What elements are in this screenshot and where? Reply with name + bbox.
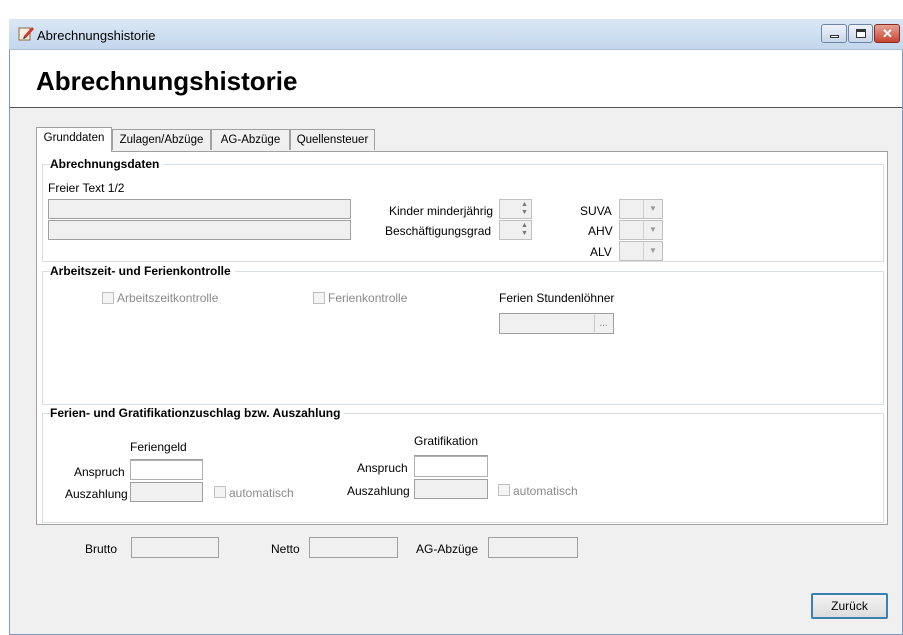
arbeitszeitkontrolle-checkbox[interactable] xyxy=(102,292,114,304)
tab-quellensteuer[interactable]: Quellensteuer xyxy=(290,129,375,150)
chevron-down-icon: ▼ xyxy=(643,200,662,218)
anspruch-label: Anspruch xyxy=(357,461,408,475)
brutto-field[interactable] xyxy=(131,537,219,558)
group-title: Arbeitszeit- und Ferienkontrolle xyxy=(50,264,235,278)
ellipsis-button[interactable]: ... xyxy=(594,315,612,332)
ferienkontrolle-label: Ferienkontrolle xyxy=(328,291,408,305)
close-button[interactable]: ✕ xyxy=(874,24,900,43)
app-edit-icon xyxy=(18,25,34,41)
tab-label: Grunddaten xyxy=(43,132,105,144)
ag-abzuege-field[interactable] xyxy=(488,537,578,558)
ahv-label: AHV xyxy=(588,224,613,238)
freier-text-1-field[interactable] xyxy=(48,199,351,219)
auszahlung-label: Auszahlung xyxy=(65,487,128,501)
tab-label: AG-Abzüge xyxy=(220,134,281,146)
gratifikation-auszahlung-field[interactable] xyxy=(414,479,488,499)
ferien-stundenloehner-label: Ferien Stundenlöhner xyxy=(499,291,615,305)
ag-abzuege-label: AG-Abzüge xyxy=(416,542,479,556)
kinder-label: Kinder minderjährig xyxy=(389,204,494,218)
tab-ag-abzuege[interactable]: AG-Abzüge xyxy=(211,129,290,150)
spin-down-icon[interactable]: ▼ xyxy=(520,209,529,217)
spin-down-icon[interactable]: ▼ xyxy=(520,230,529,238)
automatisch-label: automatisch xyxy=(229,486,294,500)
chevron-down-icon: ▼ xyxy=(643,221,662,239)
freier-text-2-field[interactable] xyxy=(48,220,351,240)
group-title: Ferien- und Gratifikationzuschlag bzw. A… xyxy=(50,406,345,420)
minimize-button[interactable] xyxy=(821,24,847,43)
anspruch-label: Anspruch xyxy=(74,465,125,479)
gratifikation-anspruch-field[interactable] xyxy=(414,456,488,477)
group-title: Abrechnungsdaten xyxy=(50,157,164,171)
spin-up-icon[interactable]: ▲ xyxy=(520,222,529,230)
gratifikation-header: Gratifikation xyxy=(414,434,479,448)
feriengeld-header: Feriengeld xyxy=(130,440,187,454)
ahv-select[interactable]: ▼ xyxy=(619,220,663,240)
chevron-down-icon: ▼ xyxy=(643,242,662,260)
feriengeld-automatisch-checkbox[interactable] xyxy=(214,486,226,498)
ferienkontrolle-checkbox[interactable] xyxy=(313,292,325,304)
automatisch-label: automatisch xyxy=(513,484,578,498)
auszahlung-label: Auszahlung xyxy=(347,484,410,498)
minimize-icon xyxy=(830,35,839,38)
tab-grunddaten[interactable]: Grunddaten xyxy=(36,127,112,152)
tab-label: Quellensteuer xyxy=(296,134,369,146)
freier-text-label: Freier Text 1/2 xyxy=(48,181,125,195)
kinder-stepper[interactable]: ▲ ▼ xyxy=(499,199,532,219)
brutto-label: Brutto xyxy=(85,542,118,556)
feriengeld-auszahlung-field[interactable] xyxy=(130,482,203,502)
page-title: Abrechnungshistorie xyxy=(36,66,298,96)
tab-label: Zulagen/Abzüge xyxy=(119,134,204,146)
close-icon: ✕ xyxy=(882,26,893,41)
spin-up-icon[interactable]: ▲ xyxy=(520,201,529,209)
maximize-button[interactable] xyxy=(848,24,873,43)
tab-zulagen-abzuege[interactable]: Zulagen/Abzüge xyxy=(112,129,211,150)
back-button[interactable]: Zurück xyxy=(811,593,888,619)
gratifikation-automatisch-checkbox[interactable] xyxy=(498,484,510,496)
window-title: Abrechnungshistorie xyxy=(37,28,156,43)
beschaeftigungsgrad-stepper[interactable]: ▲ ▼ xyxy=(499,220,532,240)
beschaeftigungsgrad-label: Beschäftigungsgrad xyxy=(385,224,492,238)
netto-field[interactable] xyxy=(309,537,398,558)
arbeitszeitkontrolle-label: Arbeitszeitkontrolle xyxy=(117,291,219,305)
alv-label: ALV xyxy=(590,245,612,259)
suva-label: SUVA xyxy=(580,204,612,218)
suva-select[interactable]: ▼ xyxy=(619,199,663,219)
netto-label: Netto xyxy=(271,542,300,556)
maximize-icon xyxy=(856,29,866,38)
ferien-stundenloehner-field[interactable]: ... xyxy=(499,313,614,334)
alv-select[interactable]: ▼ xyxy=(619,241,663,261)
feriengeld-anspruch-field[interactable] xyxy=(130,460,203,480)
